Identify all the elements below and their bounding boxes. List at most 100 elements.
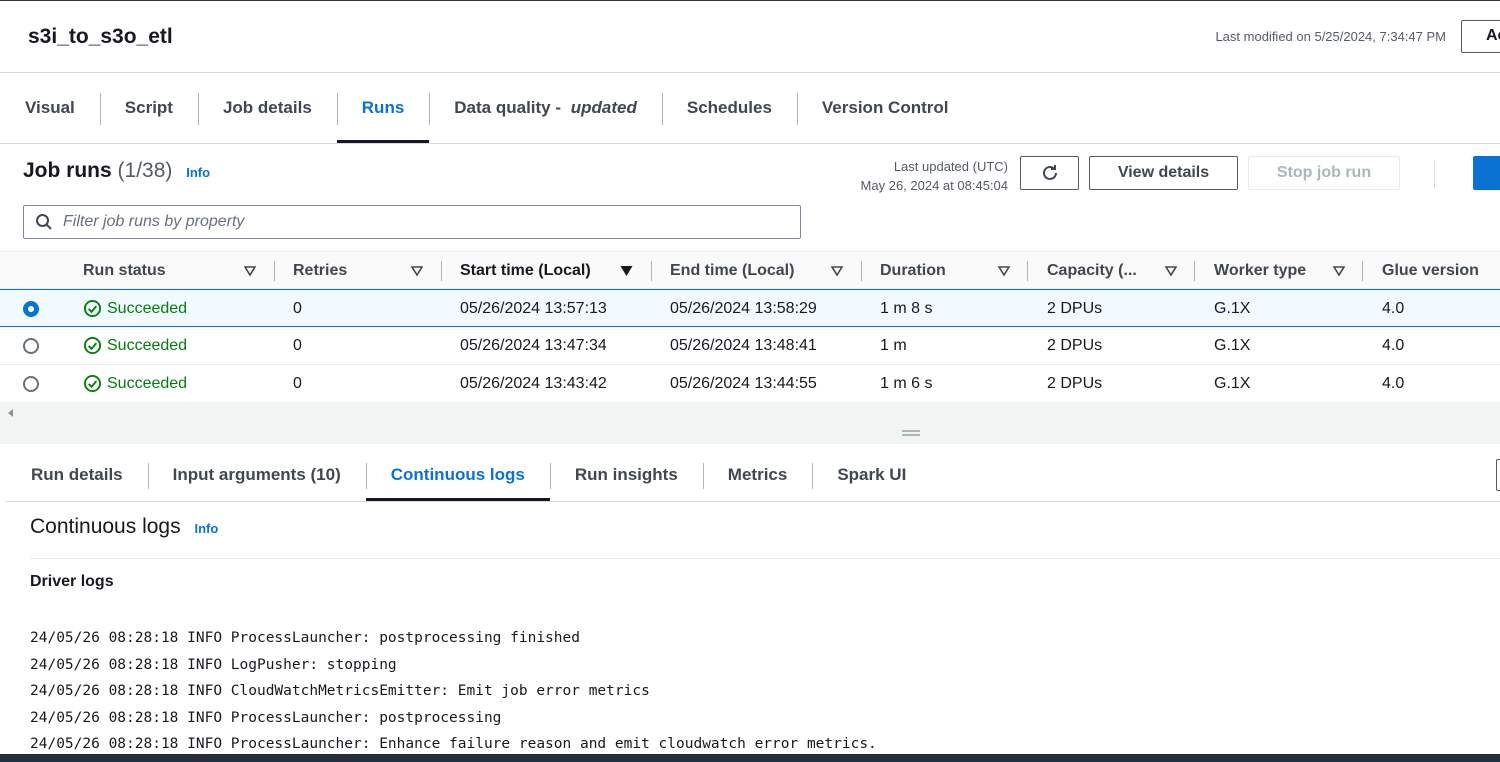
col-worker-type[interactable]: Worker type [1214,252,1306,289]
bottom-panel-action-button[interactable] [1496,459,1500,491]
tab-version-control[interactable]: Version Control [796,73,974,143]
last-updated-value: May 26, 2024 at 08:45:04 [860,178,1008,193]
table-row[interactable]: Succeeded 0 05/26/2024 13:43:42 05/26/20… [0,365,1500,403]
sort-caret-icon[interactable] [831,265,843,277]
sort-descending-icon[interactable] [620,265,633,277]
tab-spark-ui[interactable]: Spark UI [812,448,931,501]
continuous-logs-info-link[interactable]: Info [194,521,218,536]
status-text: Succeeded [107,336,188,354]
last-modified-text: Last modified on 5/25/2024, 7:34:47 PM [1215,29,1446,44]
refresh-button[interactable] [1020,156,1079,190]
tab-label: Run insights [574,464,678,484]
status-text: Succeeded [107,374,188,392]
column-separator [1362,261,1363,281]
stop-job-run-button[interactable]: Stop job run [1248,156,1400,190]
tab-continuous-logs[interactable]: Continuous logs [365,448,550,501]
column-separator [651,261,652,281]
status-cell: Succeeded [83,290,187,327]
tab-input-arguments[interactable]: Input arguments (10) [147,448,366,501]
tab-label: Metrics [727,464,788,484]
toolbar-divider [1434,160,1435,188]
scroll-left-arrow-icon[interactable] [8,409,13,417]
table-row[interactable]: Succeeded 0 05/26/2024 13:47:34 05/26/20… [0,327,1500,365]
tab-metrics[interactable]: Metrics [702,448,813,501]
retries-cell: 0 [293,336,302,354]
primary-action-button[interactable] [1473,156,1500,190]
col-glue-version[interactable]: Glue version [1382,252,1479,289]
start-time-cell: 05/26/2024 13:43:42 [460,374,607,392]
horizontal-scrollbar[interactable] [0,402,1500,444]
sort-caret-icon[interactable] [1165,265,1177,277]
capacity-cell: 2 DPUs [1047,299,1103,317]
tab-label: Continuous logs [390,464,525,484]
tab-label: Runs [361,98,405,117]
column-separator [274,261,275,281]
filter-job-runs[interactable] [23,205,801,239]
job-title: s3i_to_s3o_etl [28,25,173,48]
glue-version-cell: 4.0 [1382,299,1405,317]
continuous-logs-title: Continuous logs [30,515,181,538]
col-label: Glue version [1382,261,1479,279]
log-line: 24/05/26 08:28:18 INFO ProcessLauncher: … [30,709,502,726]
last-updated-label: Last updated (UTC) [893,159,1008,174]
end-time-cell: 05/26/2024 13:48:41 [670,336,817,354]
tab-schedules[interactable]: Schedules [661,73,797,143]
actions-button[interactable]: Ac [1461,20,1500,53]
col-label: Duration [880,261,946,279]
sort-caret-icon[interactable] [998,265,1010,277]
col-label: Capacity (... [1047,261,1137,279]
col-retries[interactable]: Retries [293,252,347,289]
section-divider [30,558,1500,559]
continuous-logs-heading: Continuous logs Info [30,515,218,539]
row-radio[interactable] [23,376,39,392]
col-label: Worker type [1214,261,1307,279]
status-text: Succeeded [107,299,188,317]
tab-runs[interactable]: Runs [336,73,430,143]
search-icon [36,214,52,230]
end-time-cell: 05/26/2024 13:44:55 [670,374,817,392]
column-separator [861,261,862,281]
panel-resize-handle[interactable] [902,430,920,436]
table-header: Run status Retries Start time (Local) En… [0,251,1500,289]
column-separator [1194,261,1195,281]
log-line: 24/05/26 08:28:18 INFO LogPusher: stoppi… [30,656,397,673]
driver-log-output: 24/05/26 08:28:18 INFO ProcessLauncher: … [30,625,877,758]
tab-run-insights[interactable]: Run insights [549,448,703,501]
last-updated: Last updated (UTC) May 26, 2024 at 08:45… [861,157,1008,195]
job-runs-panel: Job runs (1/38) Info Last updated (UTC) … [0,144,1500,444]
tab-job-details[interactable]: Job details [197,73,337,143]
driver-logs-label: Driver logs [30,573,114,590]
row-radio-selected[interactable] [23,301,39,317]
column-separator [1027,261,1028,281]
glue-version-cell: 4.0 [1382,336,1405,354]
sort-caret-icon[interactable] [411,265,423,277]
tab-data-quality[interactable]: Data quality - updated [429,73,662,143]
view-details-button[interactable]: View details [1089,156,1238,190]
col-label: Run status [83,261,166,279]
run-detail-panel: Run details Input arguments (10) Continu… [6,448,1500,754]
col-label: Retries [293,261,348,279]
job-runs-heading: Job runs (1/38) Info [23,159,210,183]
run-detail-tabs: Run details Input arguments (10) Continu… [6,448,1500,502]
success-check-icon [83,374,102,393]
table-row[interactable]: Succeeded 0 05/26/2024 13:57:13 05/26/20… [0,289,1500,327]
col-run-status[interactable]: Run status [83,252,166,289]
bottom-bar [0,754,1500,762]
tab-script[interactable]: Script [99,73,198,143]
tab-run-details[interactable]: Run details [6,448,148,501]
job-runs-info-link[interactable]: Info [186,165,210,180]
sort-caret-icon[interactable] [1333,265,1345,277]
col-end-time[interactable]: End time (Local) [670,252,794,289]
log-line: 24/05/26 08:28:18 INFO ProcessLauncher: … [30,630,580,646]
row-radio[interactable] [23,338,39,354]
col-label: End time (Local) [670,261,795,279]
col-duration[interactable]: Duration [880,252,946,289]
col-capacity[interactable]: Capacity (... [1047,252,1137,289]
filter-input[interactable] [63,213,763,231]
retries-cell: 0 [293,374,302,392]
duration-cell: 1 m 6 s [880,374,933,392]
tab-visual[interactable]: Visual [0,73,100,143]
col-start-time[interactable]: Start time (Local) [460,252,591,289]
status-cell: Succeeded [83,365,187,402]
sort-caret-icon[interactable] [244,265,256,277]
